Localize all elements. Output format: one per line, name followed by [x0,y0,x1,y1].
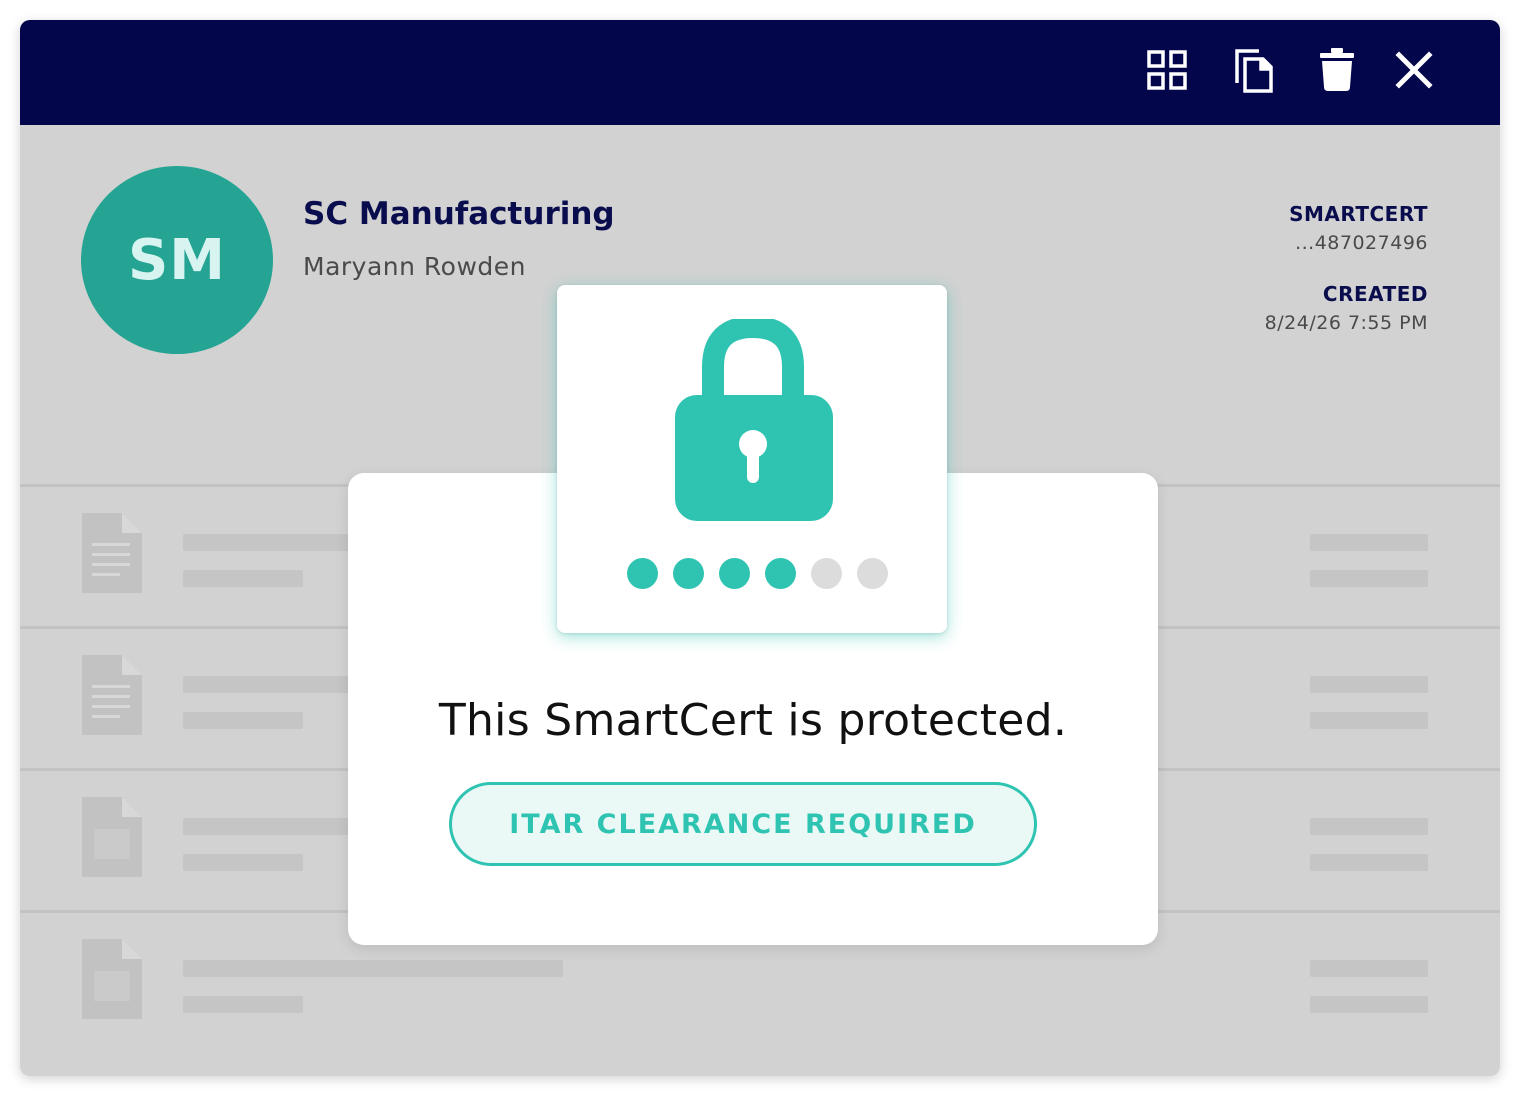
document-icon [82,655,142,735]
placeholder-bar [183,712,303,729]
company-name: SC Manufacturing [303,196,615,232]
created-date: 8/24/26 7:55 PM [1264,312,1428,334]
created-label: CREATED [1322,282,1428,306]
placeholder-bar [183,818,373,835]
placeholder-bar [183,570,303,587]
itar-clearance-badge[interactable]: ITAR CLEARANCE REQUIRED [449,782,1037,866]
smartcert-label: SMARTCERT [1289,202,1428,226]
close-icon[interactable] [1391,47,1437,93]
protected-headline: This SmartCert is protected. [438,695,1068,746]
pin-dot-filled [673,558,704,589]
placeholder-bar [183,960,563,977]
placeholder-bar [1310,818,1428,835]
document-icon [82,939,142,1019]
person-name: Maryann Rowden [303,252,527,281]
document-icon [82,513,142,593]
pin-dot-empty [857,558,888,589]
copy-icon[interactable] [1231,47,1277,93]
pin-dot-filled [719,558,750,589]
lock-icon [675,319,833,521]
document-icon [82,797,142,877]
placeholder-bar [183,534,373,551]
placeholder-bar [183,854,303,871]
itar-clearance-label: ITAR CLEARANCE REQUIRED [509,808,977,840]
lock-card [557,285,947,633]
placeholder-bar [1310,854,1428,871]
avatar: SM [81,166,273,354]
created-meta: CREATED 8/24/26 7:55 PM [1265,282,1428,334]
placeholder-bar [183,996,303,1013]
placeholder-bar [1310,712,1428,729]
pin-dot-filled [765,558,796,589]
pin-dot-filled [627,558,658,589]
placeholder-bar [1310,996,1428,1013]
pin-dot-empty [811,558,842,589]
placeholder-bar [1310,960,1428,977]
placeholder-bar [183,676,373,693]
avatar-initials: SM [127,227,227,293]
smartcert-meta: SMARTCERT ...487027496 [1289,202,1428,254]
trash-icon[interactable] [1314,47,1360,93]
placeholder-bar [1310,570,1428,587]
title-bar [20,20,1500,125]
placeholder-bar [1310,534,1428,551]
pin-dots [627,558,888,589]
placeholder-bar [1310,676,1428,693]
smartcert-id: ...487027496 [1295,232,1428,254]
grid-icon[interactable] [1144,47,1190,93]
